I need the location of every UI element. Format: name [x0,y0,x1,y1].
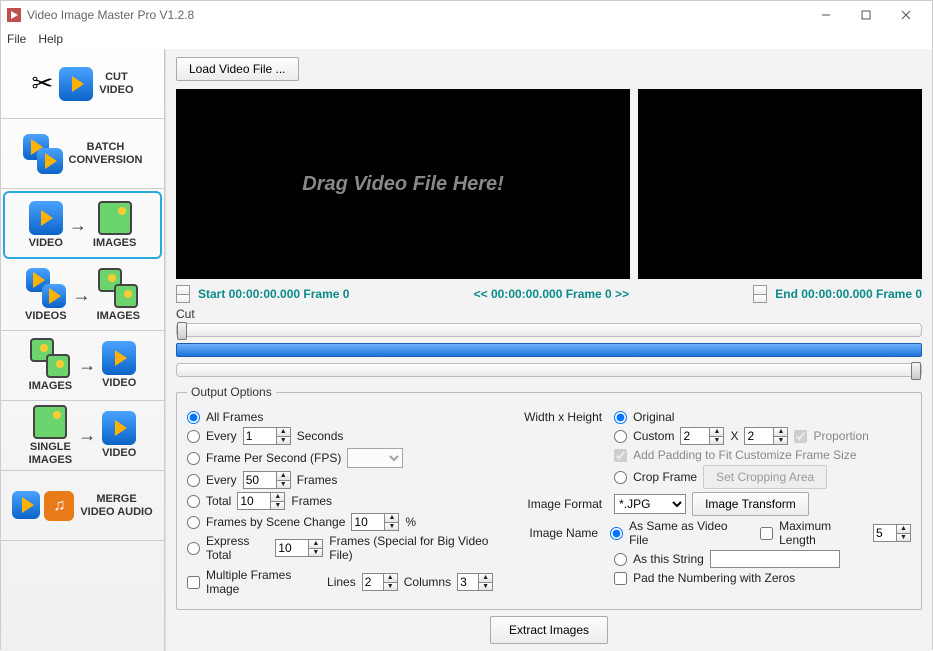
menu-file[interactable]: File [7,32,26,46]
play-icon [102,411,136,445]
spinner[interactable]: ▲▼ [774,427,788,445]
play-icon [59,67,93,101]
pad-zeros-checkbox[interactable] [614,572,627,585]
custom-height-field[interactable] [744,427,774,445]
start-time: Start 00:00:00.000 Frame 0 [198,287,349,301]
spinner[interactable]: ▲▼ [897,524,911,542]
radio-fps[interactable] [187,452,200,465]
total-frames-field[interactable] [237,492,271,510]
padding-checkbox[interactable] [614,449,627,462]
play-icon [29,201,63,235]
spinner[interactable]: ▲▼ [277,471,291,489]
scene-change-field[interactable] [351,513,385,531]
spinner[interactable]: ▲▼ [277,427,291,445]
tool-label: BATCH CONVERSION [69,141,143,165]
music-icon: ♫ [44,491,74,521]
tool-batch-conversion[interactable]: BATCH CONVERSION [1,119,164,189]
menubar: File Help [1,29,932,49]
minimize-button[interactable] [806,1,846,29]
lines-field[interactable] [362,573,384,591]
set-cropping-button[interactable]: Set Cropping Area [703,465,827,489]
picture-icon [33,405,67,439]
tool-label: CUT VIDEO [99,71,133,95]
spinner[interactable]: ▲▼ [271,492,285,510]
radio-all-frames[interactable] [187,411,200,424]
slider-thumb[interactable] [177,322,187,340]
end-frame-spinner[interactable] [753,285,767,303]
spinner[interactable]: ▲▼ [384,573,398,591]
every-frames-field[interactable] [243,471,277,489]
end-time: End 00:00:00.000 Frame 0 [775,287,922,301]
window-title: Video Image Master Pro V1.2.8 [27,8,194,22]
preview-left[interactable]: Drag Video File Here! [176,89,630,279]
columns-field[interactable] [457,573,479,591]
end-slider[interactable] [176,363,922,377]
radio-every-frames[interactable] [187,474,200,487]
radio-total[interactable] [187,495,200,508]
app-icon [7,8,21,22]
radio-wh-custom[interactable] [614,430,627,443]
radio-name-string[interactable] [614,553,627,566]
express-total-field[interactable] [275,539,309,557]
menu-help[interactable]: Help [38,32,63,46]
load-video-button[interactable]: Load Video File ... [176,57,299,81]
arrow-icon: → [78,425,96,446]
picture-icon [98,201,132,235]
spinner[interactable]: ▲▼ [309,539,323,557]
preview-right[interactable] [638,89,922,279]
scissor-icon: ✂ [31,68,53,99]
tool-images-to-video[interactable]: IMAGES → VIDEO [1,331,164,401]
picture-stack-icon [98,268,138,308]
close-button[interactable] [886,1,926,29]
tool-merge-video-audio[interactable]: ♫ MERGE VIDEO AUDIO [1,471,164,541]
radio-every-seconds[interactable] [187,430,200,443]
name-string-field[interactable] [710,550,840,568]
play-icon [102,341,136,375]
tool-videos-to-images[interactable]: VIDEOS → IMAGES [1,261,164,331]
spinner[interactable]: ▲▼ [710,427,724,445]
output-options: Output Options All Frames Every ▲▼ Secon… [176,385,922,610]
slider-thumb[interactable] [911,362,921,380]
range-bar [176,343,922,357]
stack-icon [23,134,63,174]
drag-hint: Drag Video File Here! [302,173,504,196]
start-frame-spinner[interactable] [176,285,190,303]
arrow-icon: → [69,215,87,236]
tool-cut-video[interactable]: ✂ CUT VIDEO [1,49,164,119]
radio-name-same[interactable] [610,527,623,540]
maxlen-field[interactable] [873,524,897,542]
tool-single-images-to-video[interactable]: SINGLE IMAGES → VIDEO [1,401,164,471]
play-icon [12,491,40,519]
custom-width-field[interactable] [680,427,710,445]
cut-slider[interactable] [176,323,922,337]
output-legend: Output Options [187,385,276,399]
extract-images-button[interactable]: Extract Images [490,616,608,644]
picture-stack-icon [30,338,70,378]
maximize-button[interactable] [846,1,886,29]
radio-wh-original[interactable] [614,411,627,424]
radio-scene-change[interactable] [187,516,200,529]
image-transform-button[interactable]: Image Transform [692,492,809,516]
every-seconds-field[interactable] [243,427,277,445]
titlebar: Video Image Master Pro V1.2.8 [1,1,932,29]
image-format-select[interactable]: *.JPG [614,494,686,514]
sidebar: ✂ CUT VIDEO BATCH CONVERSION VIDEO → IMA… [1,49,165,651]
spinner[interactable]: ▲▼ [385,513,399,531]
arrow-icon: → [78,355,96,376]
proportion-checkbox[interactable] [794,430,807,443]
play-stack-icon [26,268,66,308]
fps-select[interactable] [347,448,403,468]
mid-time: << 00:00:00.000 Frame 0 >> [474,287,629,301]
arrow-icon: → [73,285,91,306]
maxlen-checkbox[interactable] [760,527,773,540]
radio-wh-crop[interactable] [614,471,627,484]
multi-frames-checkbox[interactable] [187,576,200,589]
cut-label: Cut [176,307,922,321]
tool-video-to-images[interactable]: VIDEO → IMAGES [3,191,162,259]
content: Load Video File ... Drag Video File Here… [165,49,932,651]
spinner[interactable]: ▲▼ [479,573,493,591]
radio-express-total[interactable] [187,542,200,555]
